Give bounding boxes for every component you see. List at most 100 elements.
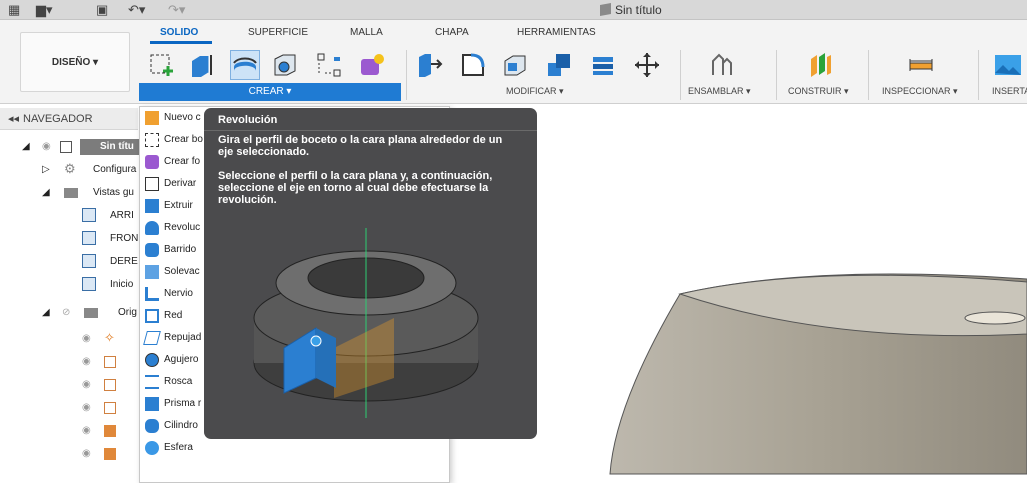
tree-item-settings[interactable]: ▷ ⚙ Configura	[0, 159, 140, 181]
hole-icon	[145, 353, 159, 367]
press-pull-icon	[419, 54, 443, 77]
menu-item-box[interactable]: Prisma r	[140, 393, 206, 415]
navigator-panel: ◢ ◉ Sin títu ▷ ⚙ Configura ◢ Vistas gu A…	[0, 130, 140, 483]
menu-item-thread[interactable]: Rosca	[140, 371, 206, 393]
menu-item-new-component[interactable]: Nuevo c	[140, 107, 206, 129]
plane-icon	[104, 379, 116, 391]
workspace-dropdown[interactable]: DISEÑO ▾	[20, 32, 130, 92]
press-pull-button[interactable]	[414, 50, 444, 80]
extrude-button[interactable]	[186, 50, 216, 80]
menu-item-emboss[interactable]: Repujad	[140, 327, 206, 349]
loft-icon	[145, 265, 159, 279]
measure-button[interactable]	[906, 50, 936, 80]
tree-item-plane[interactable]: ◉	[0, 351, 140, 373]
tree-item-named-views[interactable]: ◢ Vistas gu	[0, 182, 140, 204]
tree-item-view-home[interactable]: Inicio	[0, 274, 140, 296]
tab-solido[interactable]: SOLIDO	[160, 27, 198, 38]
visibility-eye-icon[interactable]: ◉	[82, 333, 91, 344]
undo-icon[interactable]: ↶▾	[128, 2, 145, 18]
create-sketch-icon	[145, 133, 159, 147]
view-label: Inicio	[110, 279, 134, 290]
visibility-eye-icon[interactable]: ◉	[82, 448, 91, 459]
tree-item-view-top[interactable]: ARRI	[0, 205, 140, 227]
tab-herramientas[interactable]: HERRAMIENTAS	[517, 27, 596, 38]
construir-group-button[interactable]: CONSTRUIR ▾	[788, 86, 849, 97]
joint-button[interactable]	[706, 50, 736, 80]
expand-triangle-icon[interactable]: ▷	[42, 164, 50, 175]
menu-item-web[interactable]: Red	[140, 305, 206, 327]
menu-item-cylinder[interactable]: Cilindro	[140, 415, 206, 437]
tree-item-origin[interactable]: ◢ ⊘ Orig	[0, 302, 140, 324]
menu-item-hole[interactable]: Agujero	[140, 349, 206, 371]
thread-icon	[145, 375, 159, 389]
tab-superficie[interactable]: SUPERFICIE	[248, 27, 308, 38]
redo-icon[interactable]: ↷▾	[168, 2, 185, 18]
revolve-button[interactable]	[230, 50, 260, 80]
tab-chapa[interactable]: CHAPA	[435, 27, 469, 38]
insert-image-button[interactable]	[992, 50, 1022, 80]
fillet-icon	[462, 53, 485, 76]
ribbon-separator	[978, 50, 979, 100]
folder-icon	[84, 308, 98, 318]
fillet-button[interactable]	[458, 50, 488, 80]
ribbon-separator	[406, 50, 407, 100]
tab-malla[interactable]: MALLA	[350, 27, 383, 38]
menu-item-rib[interactable]: Nervio	[140, 283, 206, 305]
collapse-triangle-icon[interactable]: ◢	[42, 307, 50, 318]
tree-item-origin-point[interactable]: ◉ ✧	[0, 328, 140, 350]
move-icon	[635, 53, 659, 77]
visibility-eye-icon[interactable]: ◉	[82, 425, 91, 436]
tree-item-axis[interactable]: ◉	[0, 443, 140, 465]
tree-item-plane[interactable]: ◉	[0, 374, 140, 396]
insertar-group-button[interactable]: INSERTA	[992, 86, 1027, 96]
menu-item-revolve[interactable]: Revoluc	[140, 217, 206, 239]
create-sketch-button[interactable]	[146, 50, 176, 80]
menu-item-loft[interactable]: Solevac	[140, 261, 206, 283]
extrude-icon	[145, 199, 159, 213]
scale-button[interactable]	[588, 50, 618, 80]
grid-icon[interactable]: ▦	[8, 2, 20, 18]
tree-item-view-right[interactable]: DERE	[0, 251, 140, 273]
navigator-header[interactable]: ◂◂ NAVEGADOR	[0, 108, 138, 130]
form-button[interactable]	[356, 50, 386, 80]
move-button[interactable]	[632, 50, 662, 80]
tree-item-plane[interactable]: ◉	[0, 397, 140, 419]
menu-item-derive[interactable]: Derivar	[140, 173, 206, 195]
menu-item-create-form[interactable]: Crear fo	[140, 151, 206, 173]
menu-item-sweep[interactable]: Barrido	[140, 239, 206, 261]
revolve-illustration	[253, 228, 479, 418]
tree-item-view-front[interactable]: FRON	[0, 228, 140, 250]
menu-item-create-sketch[interactable]: Crear bo	[140, 129, 206, 151]
crear-group-button[interactable]: CREAR ▾	[139, 83, 401, 101]
visibility-eye-icon[interactable]: ◉	[82, 402, 91, 413]
pattern-button[interactable]	[314, 50, 344, 80]
new-component-icon	[145, 111, 159, 125]
inspeccionar-group-button[interactable]: INSPECCIONAR ▾	[882, 86, 958, 97]
collapse-triangle-icon[interactable]: ◢	[42, 187, 50, 198]
visibility-eye-icon[interactable]: ◉	[42, 141, 51, 152]
menu-item-extrude[interactable]: Extruir	[140, 195, 206, 217]
hole-icon	[274, 54, 296, 76]
hole-button[interactable]	[270, 50, 300, 80]
tooltip-text-1: Gira el perfil de boceto o la cara plana…	[218, 134, 503, 158]
ensamblar-group-button[interactable]: ENSAMBLAR ▾	[688, 86, 751, 97]
extrude-icon	[192, 55, 212, 77]
file-icon[interactable]: ▆▾	[36, 2, 53, 18]
save-icon[interactable]: ▣	[96, 2, 108, 18]
modificar-group-button[interactable]: MODIFICAR ▾	[506, 86, 564, 97]
visibility-eye-icon[interactable]: ◉	[82, 379, 91, 390]
offset-plane-button[interactable]	[806, 50, 836, 80]
combine-button[interactable]	[544, 50, 574, 80]
form-icon	[361, 54, 384, 75]
named-view-icon	[82, 208, 96, 222]
plane-icon	[104, 356, 116, 368]
collapse-icon[interactable]: ◂◂	[8, 113, 19, 125]
menu-item-sphere[interactable]: Esfera	[140, 437, 206, 459]
collapse-triangle-icon[interactable]: ◢	[22, 141, 30, 152]
visibility-eye-icon[interactable]: ◉	[82, 356, 91, 367]
shell-button[interactable]	[500, 50, 530, 80]
folder-icon	[64, 188, 78, 198]
tree-item-root[interactable]: ◢ ◉ Sin títu	[0, 136, 140, 158]
hidden-eye-icon[interactable]: ⊘	[62, 307, 70, 318]
tree-item-axis[interactable]: ◉	[0, 420, 140, 442]
